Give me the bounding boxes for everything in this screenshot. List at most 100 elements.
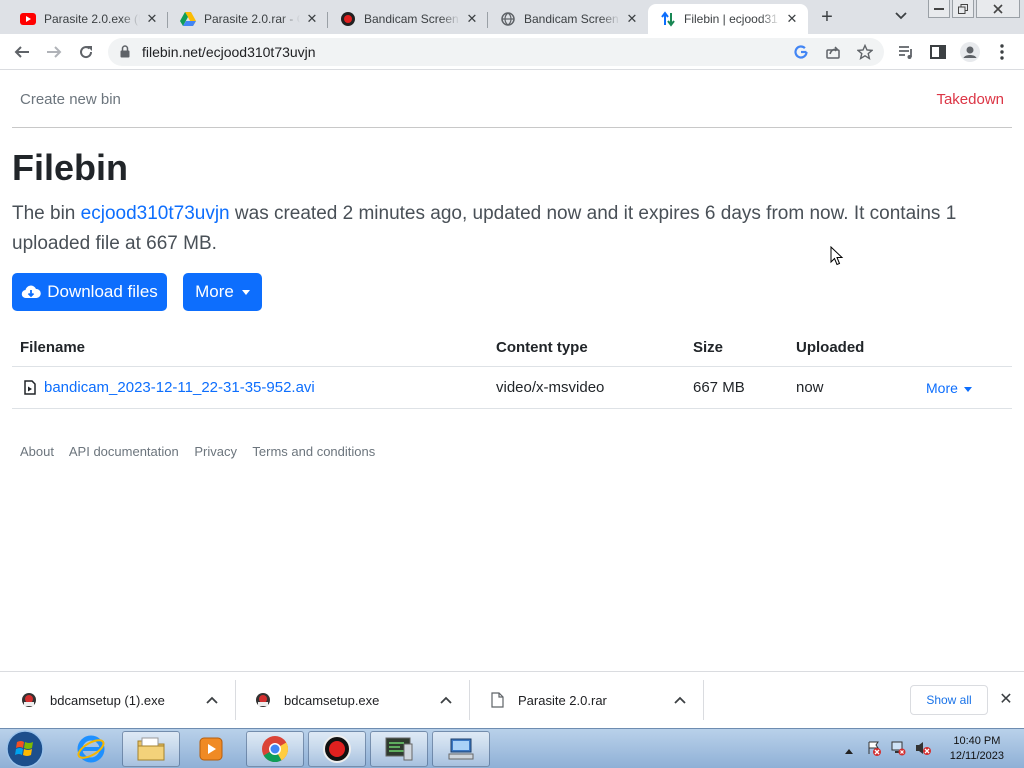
chevron-up-icon[interactable] (200, 693, 224, 707)
tab-parasite-rar[interactable]: Parasite 2.0.rar - G ✕ (168, 4, 328, 34)
volume-muted-icon[interactable] (914, 740, 932, 761)
bin-description: The bin ecjood310t73uvjn was created 2 m… (12, 199, 1002, 259)
row-more-dropdown[interactable]: More (926, 380, 972, 396)
column-header-size: Size (693, 339, 724, 356)
tab-title: Bandicam Screen (524, 12, 619, 26)
close-tab-icon[interactable]: ✕ (144, 11, 160, 27)
download-item-bdcamsetup[interactable]: bdcamsetup.exe (236, 678, 470, 722)
bandicam-setup-icon (20, 691, 38, 709)
lock-icon[interactable] (120, 45, 130, 63)
tab-title: Parasite 2.0.exe (U... (44, 12, 140, 26)
address-bar[interactable]: filebin.net/ecjood310t73uvjn (108, 38, 884, 66)
download-filename: bdcamsetup (1).exe (50, 692, 165, 708)
bandicam-setup-icon (254, 691, 272, 709)
google-translate-icon[interactable] (792, 43, 810, 61)
share-icon[interactable] (824, 43, 842, 61)
clock-date: 12/11/2023 (949, 750, 1004, 762)
create-new-bin-link[interactable]: Create new bin (20, 91, 121, 108)
bandicam-icon (340, 11, 356, 27)
uploaded-cell: now (796, 379, 824, 396)
file-icon (488, 691, 506, 709)
action-center-icon[interactable] (866, 740, 882, 761)
files-table: Filename Content type Size Uploaded band… (12, 329, 1012, 409)
close-tab-icon[interactable]: ✕ (784, 11, 800, 27)
media-controls-icon[interactable] (894, 40, 918, 64)
download-item-parasite-rar[interactable]: Parasite 2.0.rar (470, 678, 704, 722)
close-tab-icon[interactable]: ✕ (624, 11, 640, 27)
caret-down-icon (241, 289, 250, 295)
chevron-up-icon[interactable] (668, 693, 692, 707)
back-icon[interactable] (10, 40, 34, 64)
google-drive-icon (180, 11, 196, 27)
filebin-icon (660, 11, 676, 27)
file-explorer-icon[interactable] (122, 731, 180, 767)
footer-terms-link[interactable]: Terms and conditions (252, 444, 375, 459)
system-clock[interactable]: 10:40 PM 12/11/2023 (950, 734, 1004, 764)
takedown-link[interactable]: Takedown (936, 91, 1004, 108)
download-item-bdcamsetup-1[interactable]: bdcamsetup (1).exe (2, 678, 236, 722)
reload-icon[interactable] (74, 40, 98, 64)
side-panel-icon[interactable] (926, 40, 950, 64)
forward-icon[interactable] (42, 40, 66, 64)
start-button[interactable] (3, 730, 47, 768)
download-filename: bdcamsetup.exe (284, 692, 380, 708)
media-player-icon[interactable] (182, 731, 240, 767)
close-tab-icon[interactable]: ✕ (304, 11, 320, 27)
terminal-icon[interactable] (370, 731, 428, 767)
bandicam-icon[interactable] (308, 731, 366, 767)
content-type-cell: video/x-msvideo (496, 379, 605, 396)
row-more-label: More (926, 380, 958, 396)
download-files-button[interactable]: Download files (12, 273, 167, 311)
system-tray: 10:40 PM 12/11/2023 (842, 729, 1024, 768)
tab-title: Parasite 2.0.rar - G (204, 12, 300, 26)
close-download-shelf-icon[interactable]: ✕ (996, 689, 1016, 709)
globe-icon (500, 11, 516, 27)
tab-filebin[interactable]: Filebin | ecjood31 ✕ (648, 4, 808, 34)
network-tray-icon[interactable] (890, 740, 906, 761)
tab-bandicam-2[interactable]: Bandicam Screen ✕ (488, 4, 648, 34)
show-hidden-icons-icon[interactable] (844, 742, 854, 760)
new-tab-button[interactable]: + (814, 6, 840, 28)
youtube-icon (20, 11, 36, 27)
show-all-downloads-button[interactable]: Show all (910, 685, 988, 715)
page-title: Filebin (12, 147, 128, 188)
windows-taskbar: 10:40 PM 12/11/2023 (0, 728, 1024, 768)
chevron-up-icon[interactable] (434, 693, 458, 707)
tab-bandicam-1[interactable]: Bandicam Screen ✕ (328, 4, 488, 34)
column-header-filename: Filename (20, 339, 86, 356)
minimize-button[interactable] (928, 0, 950, 18)
filename-link[interactable]: bandicam_2023-12-11_22-31-35-952.avi (44, 379, 315, 396)
download-files-label: Download files (47, 282, 158, 301)
footer-about-link[interactable]: About (20, 444, 54, 459)
bookmark-star-icon[interactable] (856, 43, 874, 61)
url-text[interactable]: filebin.net/ecjood310t73uvjn (142, 44, 316, 60)
top-navigation: Create new bin Takedown (12, 71, 1012, 128)
tab-title: Filebin | ecjood31 (684, 12, 778, 26)
internet-explorer-icon[interactable] (62, 731, 120, 767)
tab-strip: Parasite 2.0.exe (U... ✕ Parasite 2.0.ra… (0, 0, 1024, 34)
table-header: Filename Content type Size Uploaded (12, 329, 1012, 367)
chrome-menu-icon[interactable] (990, 40, 1014, 64)
filename-cell: bandicam_2023-12-11_22-31-35-952.avi (24, 379, 315, 396)
tab-search-icon[interactable] (894, 8, 914, 26)
footer-links: About API documentation Privacy Terms an… (20, 444, 387, 459)
size-cell: 667 MB (693, 379, 745, 396)
column-header-uploaded: Uploaded (796, 339, 865, 356)
footer-api-docs-link[interactable]: API documentation (69, 444, 179, 459)
chrome-icon[interactable] (246, 731, 304, 767)
footer-privacy-link[interactable]: Privacy (194, 444, 237, 459)
more-dropdown-button[interactable]: More (183, 273, 262, 311)
mouse-cursor-icon (830, 245, 844, 271)
restore-button[interactable] (952, 0, 974, 18)
clock-time: 10:40 PM (953, 735, 1001, 747)
profile-avatar-icon[interactable] (958, 40, 982, 64)
network-icon[interactable] (432, 731, 490, 767)
download-filename: Parasite 2.0.rar (518, 692, 607, 708)
window-close-button[interactable] (976, 0, 1020, 18)
close-tab-icon[interactable]: ✕ (464, 11, 480, 27)
bin-id-link[interactable]: ecjood310t73uvjn (81, 203, 230, 224)
page-content: Create new bin Takedown Filebin The bin … (0, 71, 1024, 671)
tab-parasite-exe[interactable]: Parasite 2.0.exe (U... ✕ (8, 4, 168, 34)
browser-toolbar: filebin.net/ecjood310t73uvjn (0, 34, 1024, 70)
more-label: More (195, 282, 234, 301)
